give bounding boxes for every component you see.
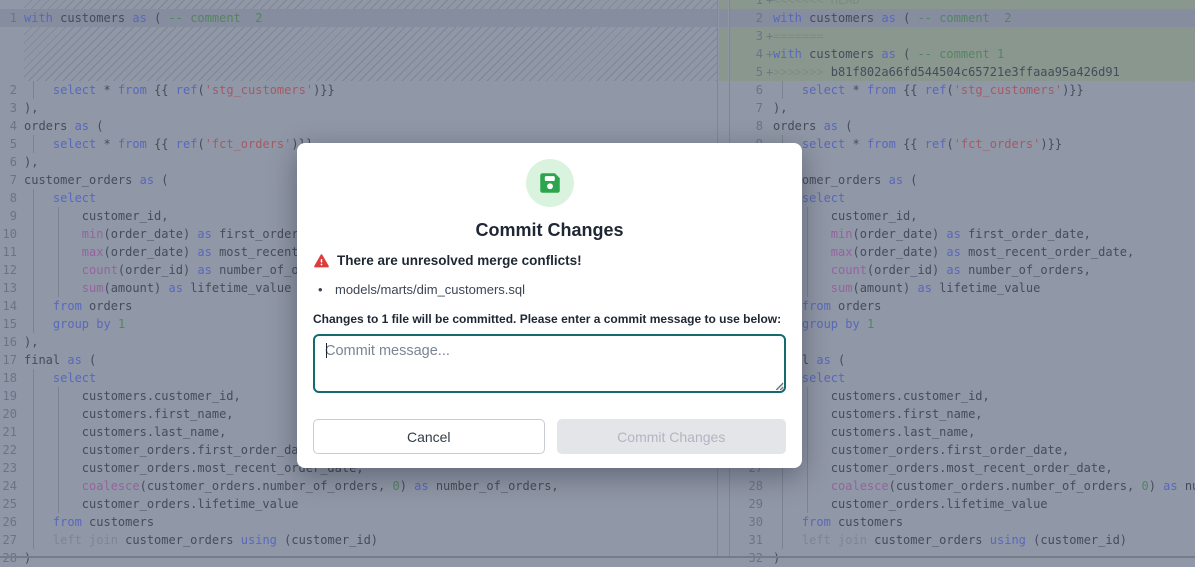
diff-marker — [766, 531, 773, 549]
code-line[interactable]: 26 from customers — [0, 513, 717, 531]
conflict-file-item: • models/marts/dim_customers.sql — [313, 282, 786, 297]
diff-connector — [719, 9, 728, 27]
line-number: 3 — [730, 27, 766, 45]
code-line[interactable]: 4+with customers as ( -- comment 1 — [730, 45, 1195, 63]
line-number: 2 — [0, 81, 24, 99]
line-number: 21 — [0, 423, 24, 441]
code-line[interactable]: 3+======= — [730, 27, 1195, 45]
diff-marker: + — [766, 0, 773, 9]
line-number: 24 — [0, 477, 24, 495]
line-number: 32 — [730, 549, 766, 567]
code-line[interactable]: 5+>>>>>>> b81f802a66fd544504c65721e3ffaa… — [730, 63, 1195, 81]
diff-marker — [766, 477, 773, 495]
code-line[interactable]: 1with customers as ( -- comment 2 — [0, 9, 717, 27]
code-line[interactable]: 3), — [0, 99, 717, 117]
line-number: 3 — [0, 99, 24, 117]
code-line[interactable]: 31 left join customer_orders using (cust… — [730, 531, 1195, 549]
line-number: 28 — [0, 549, 24, 567]
diff-marker: + — [766, 27, 773, 45]
diff-spacer — [24, 27, 717, 81]
line-number: 6 — [730, 81, 766, 99]
line-number: 7 — [0, 171, 24, 189]
line-number: 22 — [0, 441, 24, 459]
diff-marker — [766, 549, 773, 567]
code-line[interactable]: 8 orders as ( — [730, 117, 1195, 135]
conflict-file-name: models/marts/dim_customers.sql — [335, 282, 525, 297]
line-number: 25 — [0, 495, 24, 513]
line-number: 17 — [0, 351, 24, 369]
code-line[interactable]: 27 left join customer_orders using (cust… — [0, 531, 717, 549]
code-line[interactable]: 28 coalesce(customer_orders.number_of_or… — [730, 477, 1195, 495]
commit-changes-button[interactable]: Commit Changes — [557, 419, 787, 454]
code-line[interactable]: 4orders as ( — [0, 117, 717, 135]
line-number: 13 — [0, 279, 24, 297]
line-number: 8 — [730, 117, 766, 135]
modal-title: Commit Changes — [313, 220, 786, 241]
code-line[interactable]: 25 customer_orders.lifetime_value — [0, 495, 717, 513]
code-line[interactable]: 28) — [0, 549, 717, 567]
line-number: 8 — [0, 189, 24, 207]
text-cursor — [326, 343, 327, 358]
code-line[interactable]: 29 customer_orders.lifetime_value — [730, 495, 1195, 513]
code-line[interactable]: 6 select * from {{ ref('stg_customers')}… — [730, 81, 1195, 99]
line-number: 5 — [0, 135, 24, 153]
diff-connector — [719, 27, 728, 81]
code-line[interactable]: 7 ), — [730, 99, 1195, 117]
diff-marker — [766, 117, 773, 135]
line-number: 9 — [0, 207, 24, 225]
line-number: 6 — [0, 153, 24, 171]
line-number: 5 — [730, 63, 766, 81]
line-number: 1 — [0, 9, 24, 27]
cancel-button[interactable]: Cancel — [313, 419, 545, 454]
line-number: 16 — [0, 333, 24, 351]
line-number: 19 — [0, 387, 24, 405]
commit-instructions: Changes to 1 file will be committed. Ple… — [313, 312, 786, 326]
line-number: 7 — [730, 99, 766, 117]
diff-marker — [766, 495, 773, 513]
bullet-icon: • — [318, 282, 335, 297]
diff-marker: + — [766, 45, 773, 63]
diff-marker — [766, 81, 773, 99]
line-number: 4 — [0, 117, 24, 135]
diff-marker — [766, 99, 773, 117]
diff-spacer — [24, 0, 717, 9]
line-number: 15 — [0, 315, 24, 333]
code-line[interactable]: 32 ) — [730, 549, 1195, 567]
code-line[interactable]: 24 coalesce(customer_orders.number_of_or… — [0, 477, 717, 495]
line-number: 20 — [0, 405, 24, 423]
line-number: 26 — [0, 513, 24, 531]
diff-marker: + — [766, 63, 773, 81]
line-number: 29 — [730, 495, 766, 513]
line-number: 11 — [0, 243, 24, 261]
diff-marker — [766, 9, 773, 27]
line-number: 14 — [0, 297, 24, 315]
line-number: 27 — [0, 531, 24, 549]
line-number: 28 — [730, 477, 766, 495]
line-number: 1 — [730, 0, 766, 9]
code-line[interactable]: 2 with customers as ( -- comment 2 — [730, 9, 1195, 27]
code-line[interactable]: 30 from customers — [730, 513, 1195, 531]
diff-marker — [766, 513, 773, 531]
line-number: 30 — [730, 513, 766, 531]
save-icon — [526, 159, 574, 207]
diff-connector — [719, 0, 728, 9]
commit-changes-modal: Commit Changes There are unresolved merg… — [297, 143, 802, 468]
line-number: 2 — [730, 9, 766, 27]
line-number: 23 — [0, 459, 24, 477]
code-line[interactable]: 1+<<<<<<< HEAD — [730, 0, 1195, 9]
line-number: 31 — [730, 531, 766, 549]
merge-conflict-warning: There are unresolved merge conflicts! — [337, 253, 582, 268]
line-number: 10 — [0, 225, 24, 243]
code-line[interactable]: 2 select * from {{ ref('stg_customers')}… — [0, 81, 717, 99]
line-number: 4 — [730, 45, 766, 63]
line-number: 12 — [0, 261, 24, 279]
warning-triangle-icon — [313, 253, 330, 269]
line-number: 18 — [0, 369, 24, 387]
commit-message-input[interactable] — [313, 334, 786, 393]
